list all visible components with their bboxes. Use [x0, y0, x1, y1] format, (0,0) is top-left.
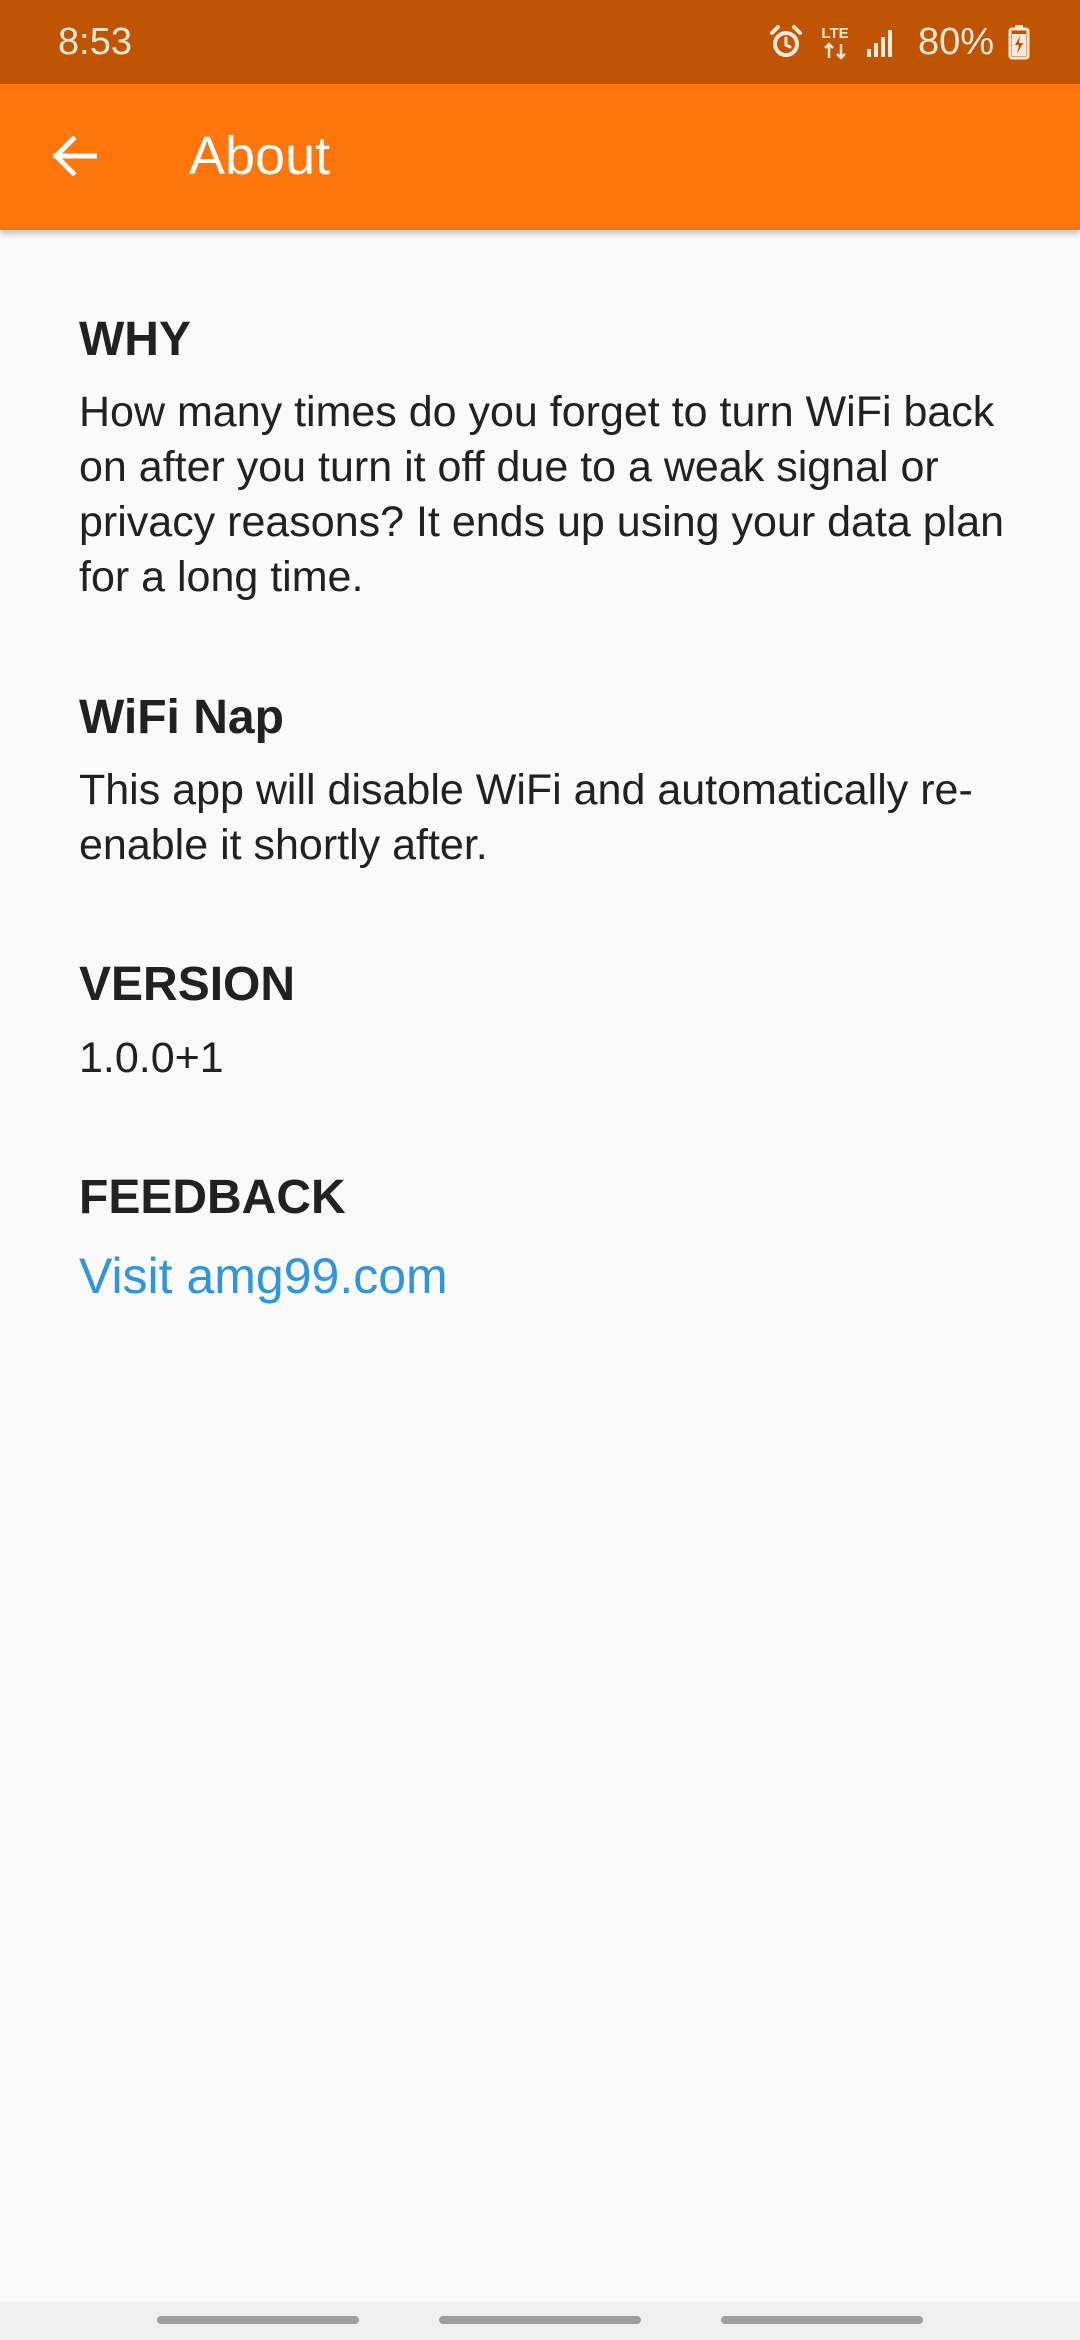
- page-title: About: [189, 126, 331, 186]
- status-time: 8:53: [58, 21, 132, 63]
- feedback-link[interactable]: Visit amg99.com: [79, 1246, 448, 1306]
- status-bar: 8:53 LTE 80%: [0, 0, 1080, 84]
- battery-charging-icon: [1008, 24, 1030, 60]
- app-description: This app will disable WiFi and automatic…: [79, 766, 973, 869]
- alarm-icon: [768, 24, 804, 60]
- status-icons: LTE 80%: [768, 18, 1030, 66]
- nav-handle-center[interactable]: [439, 2316, 641, 2324]
- feedback-heading: FEEDBACK: [79, 1171, 346, 1224]
- app-bar: About: [0, 84, 1080, 230]
- version-heading: VERSION: [79, 958, 296, 1011]
- nav-handle-left[interactable]: [157, 2316, 359, 2324]
- signal-icon: [866, 25, 898, 59]
- why-heading: WHY: [79, 313, 191, 366]
- why-body: How many times do you forget to turn WiF…: [79, 388, 1005, 601]
- navigation-bar: [0, 2302, 1080, 2340]
- lte-icon: LTE: [818, 22, 852, 62]
- app-name-heading: WiFi Nap: [79, 691, 284, 744]
- arrow-back-icon: [51, 134, 98, 181]
- lte-label: LTE: [821, 25, 848, 42]
- nav-handle-right[interactable]: [721, 2316, 923, 2324]
- back-button[interactable]: [36, 120, 112, 196]
- version-number: 1.0.0+1: [79, 1034, 224, 1082]
- battery-percentage: 80%: [917, 21, 994, 63]
